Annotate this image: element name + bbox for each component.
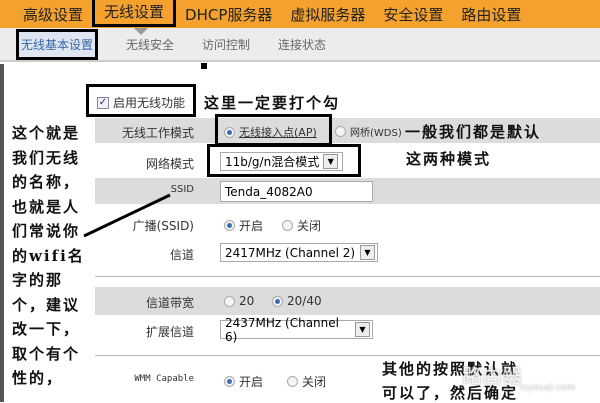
note-left-line: 个，建议 [12,295,81,314]
radio-label: 开启 [239,375,264,389]
ext-channel-select[interactable]: 2437MHz (Channel 6) ▼ [220,316,373,344]
note-check: 这里一定要打个勾 [204,94,341,112]
radio-wmm-on[interactable]: 开启 [224,373,263,390]
radio-broadcast-on[interactable]: 开启 [224,217,263,234]
enable-wireless-label: 启用无线功能 [113,96,186,110]
radio-icon [224,295,235,307]
radio-label: 20/40 [287,294,322,308]
ssid-value: Tenda_4082A0 [225,184,313,199]
watermark-url: luyouqi.com [520,383,576,393]
channel-select[interactable]: 2417MHz (Channel 2) ▼ [220,243,378,262]
radio-wmm-off[interactable]: 关闭 [287,373,326,390]
ext-channel-label: 扩展信道 [145,325,194,339]
note-left-line: 取个有个 [12,344,81,363]
watermark-logo: 路由器 [462,364,522,388]
nav-advanced[interactable]: 高级设置 [14,4,92,25]
tab-wireless-security[interactable]: 无线安全 [126,36,174,53]
note-left-line: 们常说你 [12,222,81,240]
note-left-line: 这个就是 [12,124,81,142]
nav-dhcp[interactable]: DHCP服务器 [176,4,281,25]
note-left-line: 我们无线 [12,148,81,167]
left-border [0,64,4,402]
radio-icon [282,220,293,231]
ssid-label: SSID [170,184,194,195]
note-mode2: 这两种模式 [406,150,492,168]
nav-wireless[interactable]: 无线设置 [92,0,177,27]
radio-icon [287,376,298,387]
note-mode1: 一般我们都是默认 [405,123,542,141]
radio-bw-2040[interactable]: 20/40 [272,294,322,308]
tab-connection-status[interactable]: 连接状态 [278,36,326,53]
checkbox-icon: ✓ [97,96,109,109]
radio-label: 关闭 [302,375,327,389]
note-left-line: 的wifi名 [12,246,85,265]
net-mode-label: 网络模式 [145,157,194,171]
chevron-down-icon: ▼ [360,245,375,260]
nav-routing[interactable]: 路由设置 [452,4,530,25]
nav-security[interactable]: 安全设置 [374,4,452,25]
ext-channel-value: 2437MHz (Channel 6) [225,315,339,344]
note-left-line: 性的， [12,369,64,387]
chevron-down-icon: ▼ [323,154,339,169]
note-left-line: 字的那 [12,271,64,289]
radio-icon [224,220,235,231]
radio-ap[interactable]: 无线接入点(AP) [224,124,317,140]
radio-label: 开启 [239,219,264,233]
channel-value: 2417MHz (Channel 2) [225,245,356,260]
radio-icon [335,126,346,137]
radio-wds[interactable]: 网桥(WDS) [335,124,402,139]
radio-ap-label: 无线接入点(AP) [239,126,317,139]
broadcast-label: 广播(SSID) [132,219,194,233]
work-mode-label: 无线工作模式 [121,126,194,140]
wmm-label: WMM Capable [134,374,194,384]
radio-icon [272,295,283,307]
radio-label: 关闭 [297,219,322,233]
marker-dot [201,63,207,69]
top-nav: 高级设置 无线设置 DHCP服务器 虚拟服务器 安全设置 路由设置 [0,0,600,28]
net-mode-value: 11b/g/n混合模式 [225,155,320,169]
ssid-input[interactable]: Tenda_4082A0 [220,181,373,202]
tab-access-control[interactable]: 访问控制 [202,36,250,53]
radio-icon [224,126,235,138]
channel-label: 信道 [169,248,194,262]
bandwidth-label: 信道带宽 [145,296,194,310]
net-mode-select[interactable]: 11b/g/n混合模式 ▼ [220,152,343,171]
note-left-line: 的名称， [12,173,81,191]
divider [95,276,600,277]
sub-nav: 无线基本设置 无线安全 访问控制 连接状态 [0,28,600,62]
note-left-line: 改一下， [12,320,81,338]
divider [95,355,600,356]
radio-wds-label: 网桥(WDS) [350,128,402,139]
nav-virtual-server[interactable]: 虚拟服务器 [281,4,374,25]
enable-wireless-checkbox[interactable]: ✓ 启用无线功能 [97,94,185,111]
note-left-line: 也就是人 [12,197,81,216]
radio-label: 20 [239,294,255,308]
radio-icon [224,376,235,387]
radio-bw-20[interactable]: 20 [224,294,254,308]
chevron-down-icon: ▼ [355,322,370,337]
radio-broadcast-off[interactable]: 关闭 [282,217,321,234]
active-tab-arrow [134,28,148,35]
tab-wireless-basic[interactable]: 无线基本设置 [16,28,99,60]
